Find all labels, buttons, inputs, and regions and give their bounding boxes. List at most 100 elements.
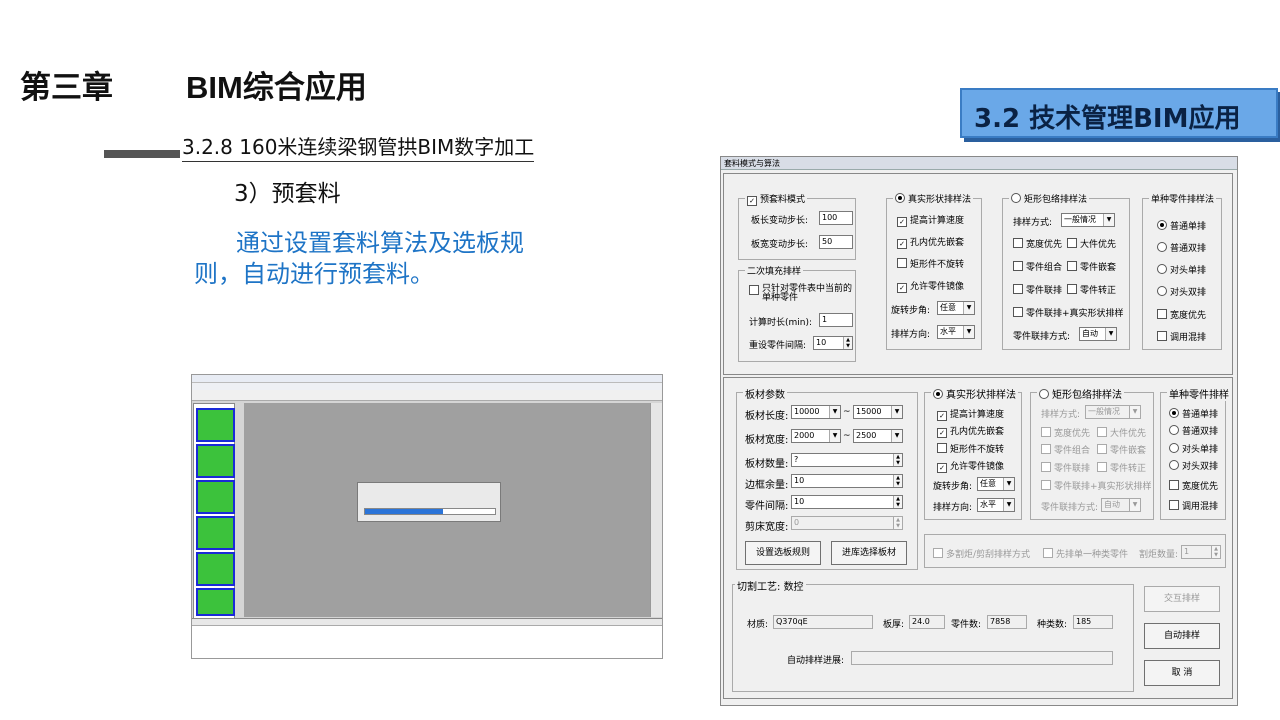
rotate-select[interactable]: 任意 ▼ <box>937 301 975 315</box>
direction-select[interactable]: 水平 ▼ <box>937 325 975 339</box>
plate-width-to-value: 2500 <box>856 431 877 440</box>
b-single-r3-label: 对头单排 <box>1182 445 1219 455</box>
pre-nesting-checkbox[interactable]: ✓ 预套料模式 <box>745 192 808 206</box>
auto-nesting-button[interactable]: 自动排样 <box>1144 623 1220 649</box>
opt-speed-checkbox[interactable]: ✓ 提高计算速度 <box>897 213 964 227</box>
gap-stepper[interactable]: 10 ▲ ▼ <box>791 495 903 509</box>
b-rect-o2-checkbox[interactable]: 大件优先 <box>1097 426 1146 439</box>
b-direction-select[interactable]: 水平 ▼ <box>977 498 1015 512</box>
plate-width-to-select[interactable]: 2500 ▼ <box>853 429 903 443</box>
true-shape-radio[interactable]: 真实形状排样法 <box>893 192 974 205</box>
opt-hole-checkbox[interactable]: ✓ 孔内优先嵌套 <box>897 235 964 249</box>
b-opt-norotate-checkbox[interactable]: 矩形件不旋转 <box>937 442 1004 455</box>
multi-cut-checkbox[interactable]: 多割炬/剪刮排样方式 <box>933 547 1030 560</box>
single-c1-checkbox[interactable]: 宽度优先 <box>1157 308 1206 321</box>
set-plate-rule-button[interactable]: 设置选板规则 <box>745 541 821 565</box>
b-rect-o7-checkbox[interactable]: 零件联排+真实形状排样 <box>1041 479 1152 492</box>
rect-o3-checkbox[interactable]: 零件组合 <box>1013 260 1062 273</box>
spin-arrows-icon[interactable]: ▲ ▼ <box>893 475 902 487</box>
b-opt-mirror-checkbox[interactable]: ✓ 允许零件镜像 <box>937 459 1004 473</box>
checkbox-icon <box>1157 331 1167 341</box>
rect-radio[interactable]: 矩形包络排样法 <box>1009 192 1090 205</box>
rect-o5-checkbox[interactable]: 零件联排 <box>1013 283 1062 296</box>
cancel-button[interactable]: 取 消 <box>1144 660 1220 686</box>
calc-time-input[interactable]: 1 <box>819 313 853 327</box>
rect-o4-checkbox[interactable]: 零件嵌套 <box>1067 260 1116 273</box>
only-current-checkbox[interactable]: 只针对零件表中当前的单种零件 <box>749 285 853 303</box>
pre-nesting-group: ✓ 预套料模式 板长变动步长: 100 板宽变动步长: 50 <box>738 192 856 260</box>
spin-arrows-icon[interactable]: ▲ ▼ <box>843 337 852 349</box>
first-single-checkbox[interactable]: 先排单一种类零件 <box>1043 547 1128 560</box>
chevron-down-icon: ▼ <box>829 406 840 418</box>
b-single-r2-radio[interactable]: 普通双排 <box>1169 424 1218 437</box>
single-c2-checkbox[interactable]: 调用混排 <box>1157 330 1206 343</box>
plate-count-stepper[interactable]: ? ▲ ▼ <box>791 453 903 467</box>
b-rect-o1-checkbox[interactable]: 宽度优先 <box>1041 426 1090 439</box>
rect-o7-checkbox[interactable]: 零件联排+真实形状排样 <box>1013 306 1124 319</box>
rect-o6-checkbox[interactable]: 零件转正 <box>1067 283 1116 296</box>
single-c2-label: 调用混排 <box>1170 333 1207 343</box>
torch-options-group: 多割炬/剪刮排样方式 先排单一种类零件 割炬数量: 1 ▲ ▼ <box>924 534 1226 568</box>
b-opt-hole-checkbox[interactable]: ✓ 孔内优先嵌套 <box>937 424 1004 438</box>
b-single-c1-checkbox[interactable]: 宽度优先 <box>1169 479 1218 492</box>
b-rect-o3-checkbox[interactable]: 零件组合 <box>1041 443 1090 456</box>
rect-label: 矩形包络排样法 <box>1024 195 1088 205</box>
torch-stepper[interactable]: 1 ▲ ▼ <box>1181 545 1221 559</box>
b-opt-speed-checkbox[interactable]: ✓ 提高计算速度 <box>937 407 1004 421</box>
section-banner: 3.2 技术管理BIM应用 <box>960 88 1278 138</box>
plate-length-from-select[interactable]: 10000 ▼ <box>791 405 841 419</box>
rect-link-select[interactable]: 自动 ▼ <box>1079 327 1117 341</box>
b-single-r1-radio[interactable]: 普通单排 <box>1169 407 1218 420</box>
b-rect-label: 矩形包络排样法 <box>1052 390 1122 401</box>
b-rotate-select[interactable]: 任意 ▼ <box>977 477 1015 491</box>
parts-field[interactable]: 7858 <box>987 615 1027 629</box>
b-single-c2-checkbox[interactable]: 调用混排 <box>1169 499 1218 512</box>
select-stock-button[interactable]: 进库选择板材 <box>831 541 907 565</box>
checkbox-icon <box>1067 284 1077 294</box>
b-true-shape-radio[interactable]: 真实形状排样法 <box>931 386 1018 401</box>
margin-stepper[interactable]: 10 ▲ ▼ <box>791 474 903 488</box>
checkbox-checked-icon: ✓ <box>747 196 757 206</box>
rect-link-label: 零件联排方式: <box>1013 332 1071 342</box>
pre-nesting-label: 预套料模式 <box>760 195 806 205</box>
rect-mode-select[interactable]: 一般情况 ▼ <box>1061 213 1115 227</box>
rect-o1-checkbox[interactable]: 宽度优先 <box>1013 237 1062 250</box>
spin-arrows-icon[interactable]: ▲ ▼ <box>893 454 902 466</box>
b-opt-mirror-label: 允许零件镜像 <box>950 462 1005 472</box>
kinds-field[interactable]: 185 <box>1073 615 1113 629</box>
rect-o6-label: 零件转正 <box>1080 286 1117 296</box>
single-r2-label: 普通双排 <box>1170 244 1207 254</box>
opt-mirror-checkbox[interactable]: ✓ 允许零件镜像 <box>897 279 964 293</box>
chapter-title: BIM综合应用 <box>186 70 367 105</box>
interactive-nesting-button[interactable]: 交互排样 <box>1144 586 1220 612</box>
reset-gap-stepper[interactable]: 10 ▲ ▼ <box>813 336 853 350</box>
b-single-r4-radio[interactable]: 对头双排 <box>1169 459 1218 472</box>
b-rect-mode-select[interactable]: 一般情况 ▼ <box>1085 405 1141 419</box>
b-rect-o4-checkbox[interactable]: 零件嵌套 <box>1097 443 1146 456</box>
checkbox-icon <box>1013 307 1023 317</box>
b-rect-link-select[interactable]: 自动 ▼ <box>1101 498 1141 512</box>
rect-o2-checkbox[interactable]: 大件优先 <box>1067 237 1116 250</box>
single-r2-radio[interactable]: 普通双排 <box>1157 241 1206 254</box>
plate-length-to-select[interactable]: 15000 ▼ <box>853 405 903 419</box>
checkbox-icon <box>1013 284 1023 294</box>
b-rect-o6-checkbox[interactable]: 零件转正 <box>1097 461 1146 474</box>
auto-progress-bar <box>851 651 1113 665</box>
length-step-input[interactable]: 100 <box>819 211 853 225</box>
opt-norotate-checkbox[interactable]: 矩形件不旋转 <box>897 257 964 270</box>
b-single-r3-radio[interactable]: 对头单排 <box>1169 442 1218 455</box>
b-rect-radio[interactable]: 矩形包络排样法 <box>1037 386 1124 401</box>
single-r1-radio[interactable]: 普通单排 <box>1157 219 1206 232</box>
spin-arrows-icon[interactable]: ▲ ▼ <box>893 517 902 529</box>
shear-stepper[interactable]: 0 ▲ ▼ <box>791 516 903 530</box>
spin-arrows-icon[interactable]: ▲ ▼ <box>1211 546 1220 558</box>
width-step-input[interactable]: 50 <box>819 235 853 249</box>
single-r3-radio[interactable]: 对头单排 <box>1157 263 1206 276</box>
thickness-field[interactable]: 24.0 <box>909 615 945 629</box>
material-field[interactable]: Q370qE <box>773 615 873 629</box>
single-r4-radio[interactable]: 对头双排 <box>1157 285 1206 298</box>
part-thumbnail <box>196 480 235 514</box>
b-rect-o5-checkbox[interactable]: 零件联排 <box>1041 461 1090 474</box>
spin-arrows-icon[interactable]: ▲ ▼ <box>893 496 902 508</box>
plate-width-from-select[interactable]: 2000 ▼ <box>791 429 841 443</box>
